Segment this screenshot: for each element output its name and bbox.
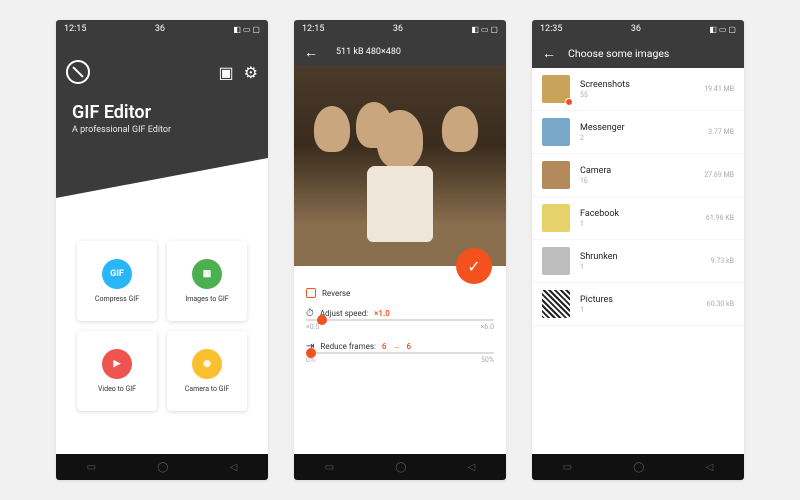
gif-preview[interactable] [294, 66, 506, 266]
frames-slider[interactable] [306, 352, 494, 354]
nav-home-icon[interactable]: ◯ [633, 462, 644, 473]
back-icon[interactable]: ← [542, 45, 556, 62]
status-time: 12:35 [540, 24, 562, 34]
checkbox-icon [306, 288, 316, 298]
folder-name: Messenger [580, 123, 698, 133]
home-body: GIF Compress GIF ▦ Images to GIF ▶ Video… [56, 198, 268, 454]
folder-name: Facebook [580, 209, 696, 219]
nav-recent-icon[interactable]: ▭ [87, 462, 96, 473]
folder-size: 3.77 MB [708, 128, 734, 136]
status-net: 36 [631, 24, 641, 34]
folder-count: 1 [580, 306, 697, 314]
nav-home-icon[interactable]: ◯ [157, 462, 168, 473]
nav-home-icon[interactable]: ◯ [395, 462, 406, 473]
android-nav: ▭ ◯ ◁ [56, 454, 268, 480]
reverse-label: Reverse [322, 289, 350, 298]
play-icon: ▶ [102, 349, 132, 379]
folder-count: 16 [580, 177, 694, 185]
status-bar: 12:15 36 ◧ ▭ ▢ [294, 20, 506, 38]
gif-badge-icon: GIF [102, 259, 132, 289]
folder-size: 61.96 KB [706, 214, 734, 222]
frames-control: ⇥ Reduce frames: 6 → 6 0% 50% [306, 341, 494, 364]
settings-icon[interactable]: ⚙ [244, 63, 258, 82]
nav-back-icon[interactable]: ◁ [230, 462, 238, 473]
status-icons: ◧ ▭ ▢ [709, 25, 736, 34]
gauge-icon: ⏱ [306, 308, 314, 319]
folder-size: 60.30 kB [707, 300, 734, 308]
header-banner: ▣ ⚙ GIF Editor A professional GIF Editor [56, 38, 268, 198]
speed-control: ⏱ Adjust speed: ×1.0 ×0.5 ×6.0 [306, 308, 494, 331]
android-nav: ▭ ◯ ◁ [294, 454, 506, 480]
folder-icon[interactable]: ▣ [219, 63, 234, 82]
app-subtitle: A professional GIF Editor [72, 125, 171, 135]
folder-thumb [542, 204, 570, 232]
card-video-to-gif[interactable]: ▶ Video to GIF [77, 331, 157, 411]
folder-thumb [542, 161, 570, 189]
frames-value: 6 [407, 342, 412, 351]
picker-topbar: ← Choose some images [532, 38, 744, 68]
image-icon: ▦ [192, 259, 222, 289]
card-label: Camera to GIF [185, 385, 230, 393]
speed-slider[interactable] [306, 319, 494, 321]
check-icon: ✓ [467, 257, 480, 276]
card-label: Video to GIF [98, 385, 136, 393]
folder-row[interactable]: Pictures1 60.30 kB [532, 283, 744, 326]
folder-name: Screenshots [580, 80, 694, 90]
screen-editor: 12:15 36 ◧ ▭ ▢ ← 511 kB 480×480 ✓ Revers… [294, 20, 506, 480]
nav-recent-icon[interactable]: ▭ [563, 462, 572, 473]
folder-count: 2 [580, 134, 698, 142]
android-nav: ▭ ◯ ◁ [532, 454, 744, 480]
folder-row[interactable]: Screenshots55 19.41 MB [532, 68, 744, 111]
folder-size: 9.73 kB [711, 257, 734, 265]
no-ads-icon[interactable] [66, 60, 90, 84]
editor-topbar: ← 511 kB 480×480 [294, 38, 506, 66]
card-camera-to-gif[interactable]: ◉ Camera to GIF [167, 331, 247, 411]
status-bar: 12:15 36 ◧ ▭ ▢ [56, 20, 268, 38]
screen-home: 12:15 36 ◧ ▭ ▢ ▣ ⚙ GIF Editor A professi… [56, 20, 268, 480]
folder-size: 27.69 MB [704, 171, 734, 179]
back-icon[interactable]: ← [304, 44, 318, 61]
slider-thumb-icon [306, 348, 316, 358]
confirm-fab[interactable]: ✓ [456, 248, 492, 284]
app-title: GIF Editor [72, 102, 171, 123]
status-net: 36 [155, 24, 165, 34]
folder-row[interactable]: Camera16 27.69 MB [532, 154, 744, 197]
folder-row[interactable]: Messenger2 3.77 MB [532, 111, 744, 154]
folder-thumb [542, 75, 570, 103]
card-compress-gif[interactable]: GIF Compress GIF [77, 241, 157, 321]
folder-thumb [542, 247, 570, 275]
camera-icon: ◉ [192, 349, 222, 379]
folder-list: Screenshots55 19.41 MB Messenger2 3.77 MB Ca… [532, 68, 744, 454]
folder-name: Shrunken [580, 252, 701, 262]
folder-name: Pictures [580, 295, 697, 305]
folder-row[interactable]: Facebook1 61.96 KB [532, 197, 744, 240]
reverse-toggle[interactable]: Reverse [306, 288, 494, 298]
folder-count: 1 [580, 220, 696, 228]
status-time: 12:15 [302, 24, 324, 34]
status-icons: ◧ ▭ ▢ [471, 25, 498, 34]
selected-dot-icon [565, 98, 573, 106]
card-label: Compress GIF [95, 295, 139, 303]
nav-back-icon[interactable]: ◁ [468, 462, 476, 473]
card-label: Images to GIF [185, 295, 228, 303]
status-bar: 12:35 36 ◧ ▭ ▢ [532, 20, 744, 38]
nav-back-icon[interactable]: ◁ [706, 462, 714, 473]
screen-picker: 12:35 36 ◧ ▭ ▢ ← Choose some images Scre… [532, 20, 744, 480]
picker-title: Choose some images [568, 47, 669, 60]
speed-value: ×1.0 [374, 309, 390, 318]
folder-thumb [542, 290, 570, 318]
folder-name: Camera [580, 166, 694, 176]
folder-count: 1 [580, 263, 701, 271]
folder-count: 55 [580, 91, 694, 99]
card-images-to-gif[interactable]: ▦ Images to GIF [167, 241, 247, 321]
folder-size: 19.41 MB [704, 85, 734, 93]
folder-thumb [542, 118, 570, 146]
status-net: 36 [393, 24, 403, 34]
file-info: 511 kB 480×480 [336, 47, 401, 57]
status-time: 12:15 [64, 24, 86, 34]
folder-row[interactable]: Shrunken1 9.73 kB [532, 240, 744, 283]
nav-recent-icon[interactable]: ▭ [325, 462, 334, 473]
status-icons: ◧ ▭ ▢ [233, 25, 260, 34]
